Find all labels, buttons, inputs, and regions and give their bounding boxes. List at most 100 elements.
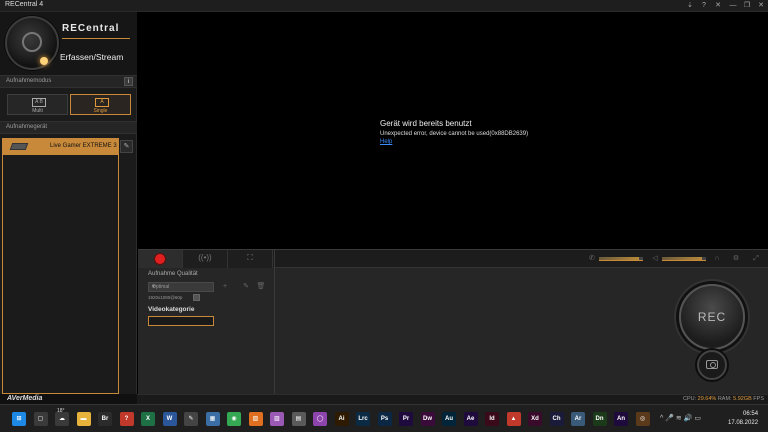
window-title: RECentral 4 <box>5 1 44 8</box>
taskbar-app-icon[interactable]: Dw <box>420 412 435 426</box>
taskbar-app-icon[interactable]: ⊞ <box>12 412 26 426</box>
category-label: Videokategorie <box>148 306 195 313</box>
headphone-icon[interactable]: ∩ <box>711 253 723 265</box>
mode-label: Multi <box>32 108 43 114</box>
clock[interactable]: 06:54 17.08.2022 <box>728 410 758 428</box>
taskbar-app-icon[interactable]: Ae <box>463 412 478 426</box>
dial-light-icon <box>40 57 48 65</box>
category-input[interactable] <box>148 316 214 326</box>
taskbar-app-icon[interactable]: ◉ <box>227 412 241 426</box>
output-meter[interactable] <box>662 257 706 261</box>
snapshot-button[interactable] <box>697 350 727 380</box>
rec-button[interactable]: REC <box>679 284 745 350</box>
taskbar-app-icon[interactable]: Ch <box>549 412 564 426</box>
phone-icon[interactable]: ✆ <box>586 253 598 265</box>
taskbar-app-icon[interactable]: ☁ <box>55 412 69 426</box>
taskbar-app-icon[interactable]: X <box>141 412 155 426</box>
mode-title: Erfassen/Stream <box>60 52 124 62</box>
mode-single-button[interactable]: A Single <box>70 94 131 115</box>
network-icon: ⛶ <box>247 253 253 262</box>
fps-label: FPS <box>753 396 764 402</box>
settings-icon[interactable]: ⚙ <box>730 253 742 265</box>
edit-device-button[interactable]: ✎ <box>120 140 133 153</box>
tab-record[interactable] <box>138 250 183 268</box>
panel-divider <box>274 250 275 395</box>
speaker-icon[interactable]: ◁ <box>649 253 661 265</box>
taskbar-app-icon[interactable]: Au <box>442 412 456 426</box>
sidebar: RECentral Erfassen/Stream Aufnahmemodus … <box>0 12 137 406</box>
tab-network[interactable]: ⛶ <box>228 250 273 268</box>
taskbar-app-icon[interactable]: ▲ <box>506 412 521 426</box>
mode-label: Single <box>93 108 108 114</box>
taskbar-app-icon[interactable]: An <box>614 412 628 426</box>
clock-date: 17.08.2022 <box>728 420 759 426</box>
input-meter[interactable] <box>599 257 643 261</box>
single-icon: A <box>95 98 109 107</box>
system-stats: CPU: 29.64% RAM: 5.92GB FPS <box>683 396 764 402</box>
taskbar-app-icon[interactable]: ? <box>119 412 134 426</box>
minimize-button[interactable]: — <box>727 1 739 11</box>
edit-icon[interactable]: ✎ <box>241 282 251 292</box>
delete-icon[interactable]: 🗑 <box>256 282 266 292</box>
cpu-label: CPU: <box>682 396 697 402</box>
taskbar-app-icon[interactable]: ▤ <box>291 412 306 426</box>
chevron-down-icon: ▾ <box>152 284 156 290</box>
quality-select[interactable]: Optimal ▾ <box>148 282 214 292</box>
record-dot-icon <box>155 254 165 264</box>
rec-label: REC <box>697 310 727 324</box>
taskbar-app-icon[interactable]: ✎ <box>184 412 198 426</box>
taskbar-app-icon[interactable]: ◯ <box>313 412 327 426</box>
taskbar-app-icon[interactable]: ▨ <box>248 412 263 426</box>
app-window: RECentral 4 ⇣ ? ✕ — ❐ ✕ RECentral Erfass… <box>0 0 768 432</box>
brand-divider <box>62 38 130 39</box>
taskbar-app-icon[interactable]: ▨ <box>270 412 284 426</box>
avermedia-logo: AVerMedia <box>7 395 43 402</box>
section-label: Aufnahmemodus <box>6 78 52 84</box>
taskbar-app-icon[interactable]: Ps <box>377 412 392 426</box>
taskbar-app-icon[interactable]: Lrc <box>356 412 370 426</box>
camera-icon <box>706 360 718 369</box>
taskbar-app-icon[interactable]: ◎ <box>635 412 650 426</box>
video-preview: Gerät wird bereits benutzt Unexpected er… <box>138 12 768 249</box>
taskbar-app-icon[interactable]: Br <box>98 412 112 426</box>
tab-stream[interactable]: ((•)) <box>183 250 228 268</box>
capture-card-icon <box>9 143 29 150</box>
device-panel <box>2 155 119 394</box>
section-recording-mode: Aufnahmemodus i <box>0 75 137 88</box>
taskbar-app-icon[interactable]: Pr <box>399 412 413 426</box>
taskbar-app-icon[interactable]: Id <box>485 412 499 426</box>
taskbar-app-icon[interactable]: ▬ <box>76 412 91 426</box>
taskbar-app-icon[interactable]: Ai <box>334 412 349 426</box>
ram-value: 5.92GB <box>733 396 752 402</box>
taskbar-app-icon[interactable]: ▦ <box>205 412 220 426</box>
download-icon[interactable]: ⇣ <box>684 1 696 11</box>
multi-icon: A B <box>32 98 46 107</box>
mode-multi-button[interactable]: A B Multi <box>7 94 68 115</box>
taskbar-app-icon[interactable]: Dn <box>592 412 607 426</box>
audio-strip: ✆ ◁ ∩ ⚙ ⤢ <box>275 250 768 268</box>
resolution-detail-button[interactable] <box>193 294 200 301</box>
taskbar-app-icon[interactable]: W <box>162 412 177 426</box>
close-button[interactable]: ✕ <box>755 1 767 11</box>
taskbar: 18° ⊞ ▢ ☁ ▬ Br? X W ✎ ▦ ◉ ▨ ▨ ▤ ◯ Ai Lrc Ps Pr Dw Au Ae Id ▲ Xd… <box>0 404 768 432</box>
system-tray[interactable]: ^ 🎤 ≋ 🔊 ▭ <box>660 414 701 422</box>
taskbar-app-icon[interactable]: Xd <box>528 412 542 426</box>
device-item[interactable]: Live Gamer EXTREME 3 <box>2 138 119 155</box>
help-icon[interactable]: ? <box>698 1 710 11</box>
help-link[interactable]: Help <box>380 139 392 145</box>
tab-bar: ((•)) ⛶ <box>138 250 274 268</box>
dial-ring <box>22 32 42 52</box>
taskbar-app-icon[interactable]: ▢ <box>33 412 48 426</box>
info-button[interactable]: i <box>124 77 133 86</box>
section-capture-device: Aufnahmegerät <box>0 121 137 134</box>
clock-time: 06:54 <box>743 411 759 417</box>
fullscreen-icon[interactable]: ⤢ <box>750 253 762 265</box>
taskbar-app-icon[interactable]: Ar <box>571 412 585 426</box>
error-message: Unexpected error, device cannot be used(… <box>380 131 529 137</box>
maximize-button[interactable]: ❐ <box>741 1 753 11</box>
mode-dial-icon[interactable] <box>5 16 59 70</box>
ram-label: RAM: <box>717 396 732 402</box>
device-name: Live Gamer EXTREME 3 <box>50 143 117 149</box>
pin-icon[interactable]: ✕ <box>712 1 724 11</box>
add-icon[interactable]: + <box>220 282 230 292</box>
